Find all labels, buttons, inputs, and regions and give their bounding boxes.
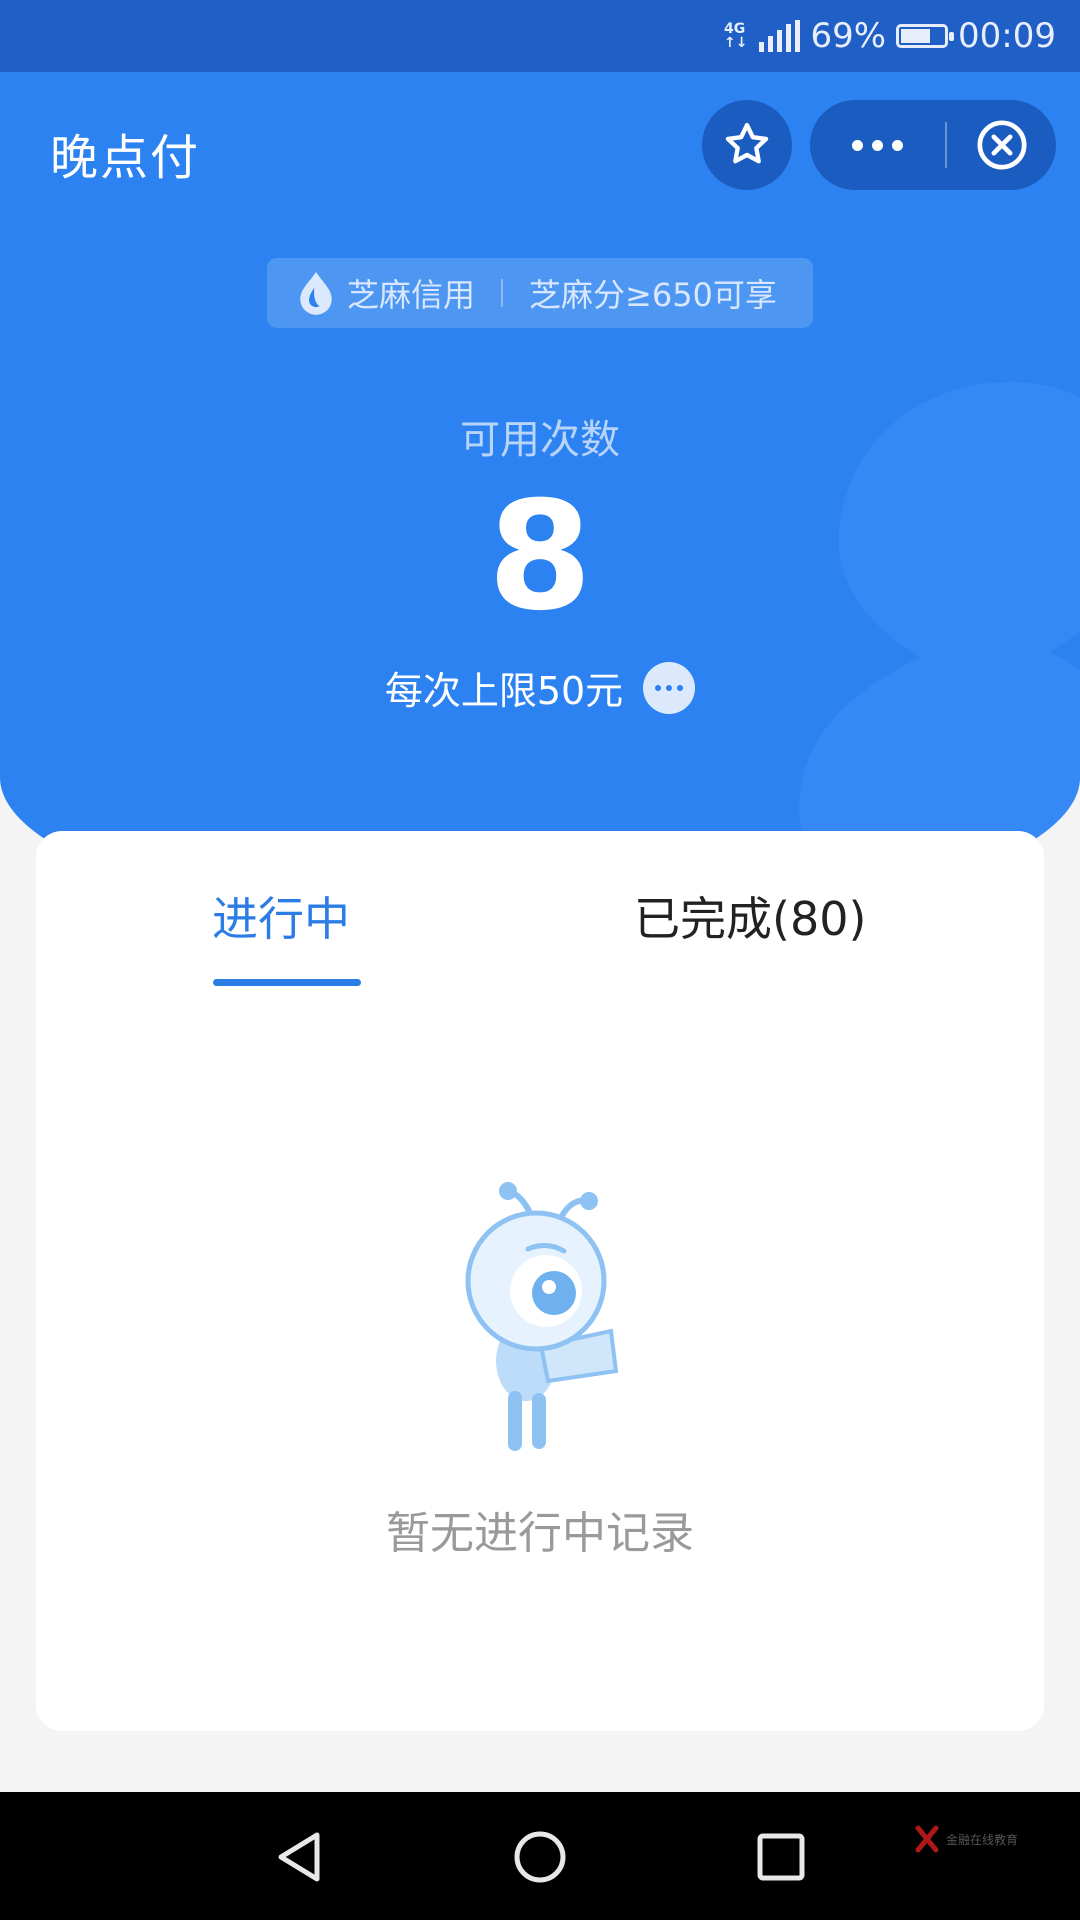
recents-square-icon <box>757 1833 805 1881</box>
star-icon <box>725 122 769 164</box>
back-triangle-icon <box>278 1832 320 1882</box>
empty-state-message: 暂无进行中记录 <box>386 1508 694 1559</box>
battery-icon <box>896 24 955 48</box>
per-use-limit: 每次上限50元 <box>384 669 624 713</box>
records-card: 进行中 已完成(80) 暂无进行中记录 <box>36 831 1044 1731</box>
more-options-button[interactable] <box>810 100 945 190</box>
badge-separator <box>501 279 504 307</box>
tab-completed[interactable]: 已完成(80) <box>634 889 866 949</box>
recents-button[interactable] <box>746 1822 816 1892</box>
clock: 00:09 <box>958 16 1056 56</box>
corner-watermark-text: 金融在线教育 <box>945 1832 1018 1847</box>
favorite-button[interactable] <box>702 100 792 190</box>
zhima-credit-badge: 芝麻信用 芝麻分≥650可享 <box>267 258 813 328</box>
zhima-requirement: 芝麻分≥650可享 <box>529 276 777 314</box>
status-indicators: 4G ↑↓ 69% 00:09 <box>724 0 1056 72</box>
zhima-logo-icon <box>300 272 332 315</box>
limit-more-button[interactable] <box>643 661 696 714</box>
more-dots-icon <box>852 139 863 151</box>
status-bar: 4G ↑↓ 69% 00:09 <box>0 0 1080 72</box>
home-circle-icon <box>514 1831 566 1883</box>
hero-section: 晚点付 芝麻信用 芝麻分≥650可享 可用次数 8 每次上限50元 <box>0 72 1080 932</box>
page-title: 晚点付 <box>50 130 201 186</box>
close-circle-icon <box>977 120 1026 170</box>
active-tab-indicator <box>213 979 361 986</box>
mini-app-capsule <box>810 100 1056 190</box>
signal-icon <box>759 20 801 52</box>
tab-in-progress[interactable]: 进行中 <box>212 889 350 949</box>
back-button[interactable] <box>264 1822 334 1892</box>
more-dots-icon <box>655 684 662 691</box>
available-count-label: 可用次数 <box>460 417 620 463</box>
home-button[interactable] <box>505 1822 575 1892</box>
network-type: 4G ↑↓ <box>723 21 748 51</box>
watermark-logo-icon <box>915 1825 939 1853</box>
battery-percent: 69% <box>810 16 887 56</box>
ant-mascot-illustration <box>465 1182 619 1451</box>
zhima-brand-label: 芝麻信用 <box>347 276 476 314</box>
available-count-value: 8 <box>487 470 593 644</box>
limit-row: 每次上限50元 <box>0 660 1080 715</box>
close-button[interactable] <box>947 100 1056 190</box>
corner-watermark: 金融在线教育 <box>914 1824 1018 1854</box>
system-nav-bar: 金融在线教育 <box>0 1792 1080 1920</box>
